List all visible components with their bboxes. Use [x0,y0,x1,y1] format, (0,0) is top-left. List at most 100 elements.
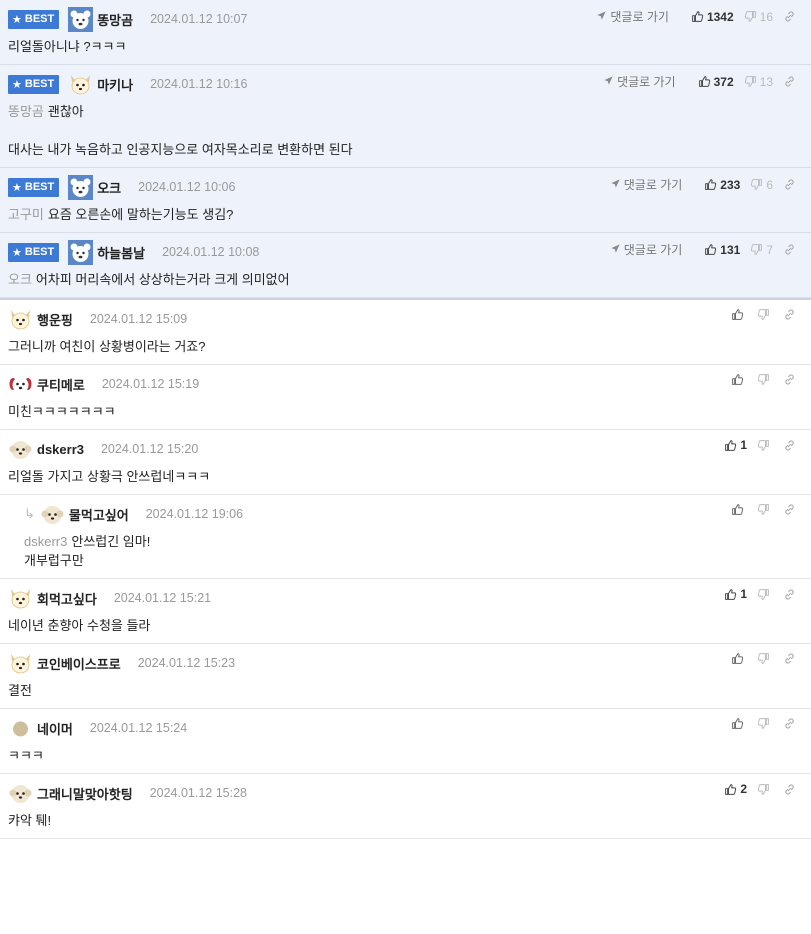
nickname[interactable]: 코인베이스프로 [37,654,121,673]
dislike-button[interactable] [757,503,773,516]
nickname[interactable]: 네이머 [37,719,73,738]
thumbs-up-icon [704,178,720,191]
comment-item: 회먹고싶다 2024.01.12 15:21 1 네이년 춘향아 수청을 들라 [0,579,811,644]
share-link-button[interactable] [783,178,799,191]
like-button[interactable] [731,717,747,730]
nickname[interactable]: 그래니말맞아핫팅 [37,784,133,803]
share-link-button[interactable] [783,588,799,601]
dislike-button[interactable] [757,588,773,601]
nickname[interactable]: 회먹고싶다 [37,589,97,608]
comment-item: 행운핑 2024.01.12 15:09 그러니까 여친이 상황병이라는 거죠? [0,300,811,365]
mention-nick[interactable]: 똥망곰 [8,104,44,119]
comment-body: 결전 [8,681,803,700]
thumbs-up-icon [731,373,747,386]
share-link-button[interactable] [783,503,799,516]
comment-line: 오크 어차피 머리속에서 상상하는거라 크게 의미없어 [8,270,803,289]
share-link-button[interactable] [783,10,799,23]
dislike-button[interactable]: 7 [750,243,773,257]
goto-comment-link[interactable]: 댓글로 가기 [603,73,676,90]
share-link-button[interactable] [783,439,799,452]
bear-avatar[interactable] [68,239,94,265]
goto-comment-link[interactable]: 댓글로 가기 [610,241,682,258]
share-link-button[interactable] [783,652,799,665]
comment-line: 캬악 퉤! [8,811,803,830]
comment-header: 그래니말맞아핫팅 2024.01.12 15:28 [8,780,803,806]
nickname[interactable]: 오크 [97,178,121,197]
share-link-button[interactable] [783,717,799,730]
dislike-button[interactable] [757,439,773,452]
share-link-button[interactable] [783,373,799,386]
dog-avatar[interactable] [8,586,33,611]
fluffy-avatar[interactable] [8,781,33,806]
nickname[interactable]: 마키나 [97,75,133,94]
thumbs-down-icon [757,373,773,386]
mention-nick[interactable]: dskerr3 [24,534,67,549]
fluffy-avatar[interactable] [40,502,65,527]
nickname[interactable]: 물먹고싶어 [69,505,129,524]
share-link-button[interactable] [783,243,799,256]
share-link-button[interactable] [783,783,799,796]
comment-item: 쿠티메로 2024.01.12 15:19 미친ㅋㅋㅋㅋㅋㅋㅋ [0,365,811,430]
thumbs-up-icon [698,75,714,88]
comment-date: 2024.01.12 15:20 [100,442,199,456]
goto-comment-link[interactable]: 댓글로 가기 [610,176,682,193]
like-button[interactable]: 131 [704,243,740,257]
share-link-button[interactable] [783,75,799,88]
like-button[interactable] [731,652,747,665]
thumbs-down-icon [744,10,760,23]
mention-nick[interactable]: 고구미 [8,207,44,222]
comment-text: 대사는 내가 녹음하고 인공지능으로 여자목소리로 변환하면 된다 [8,142,353,157]
comment-text: 미친ㅋㅋㅋㅋㅋㅋㅋ [8,404,116,419]
like-button[interactable]: 372 [698,75,734,89]
nickname[interactable]: 하늘봄날 [97,243,145,262]
like-button[interactable] [731,308,747,321]
like-button[interactable]: 1342 [691,10,734,24]
dog-avatar[interactable] [8,651,33,676]
nickname[interactable]: dskerr3 [37,442,84,457]
comment-header: 네이머 2024.01.12 15:24 [8,715,803,741]
comment-line: 개부럽구만 [24,551,803,570]
dislike-button[interactable] [757,783,773,796]
bear-avatar[interactable] [68,174,94,200]
mention-nick[interactable]: 오크 [8,272,32,287]
dislike-button[interactable]: 13 [744,75,773,89]
comment-text: 리얼돌 가지고 상황극 안쓰럽네ㅋㅋㅋ [8,469,211,484]
comment-date: 2024.01.12 15:28 [149,786,248,800]
bear-avatar[interactable] [68,6,94,32]
comment-date: 2024.01.12 15:19 [101,377,200,391]
comment-body: 네이년 춘향아 수청을 들라 [8,616,803,635]
like-button[interactable] [731,373,747,386]
like-button[interactable]: 233 [704,178,740,192]
comment-actions: 1 [714,587,799,601]
dislike-button[interactable] [757,308,773,321]
thumbs-up-icon [724,439,740,452]
link-icon [783,10,799,23]
goto-comment-link[interactable]: 댓글로 가기 [596,8,669,25]
like-button[interactable] [731,503,747,516]
dislike-button[interactable] [757,373,773,386]
comment-body: 미친ㅋㅋㅋㅋㅋㅋㅋ [8,402,803,421]
dislike-button[interactable] [757,652,773,665]
like-button[interactable]: 1 [724,587,747,601]
like-button[interactable]: 2 [724,782,747,796]
comment-body: 똥망곰 괜찮아 대사는 내가 녹음하고 인공지능으로 여자목소리로 변환하면 된다 [8,102,803,159]
puppy-avatar[interactable] [8,372,33,397]
share-link-button[interactable] [783,308,799,321]
nickname[interactable]: 쿠티메로 [37,375,85,394]
dislike-button[interactable] [757,717,773,730]
link-icon [783,503,799,516]
fluffy-avatar[interactable] [8,437,33,462]
comment-text: ㅋㅋㅋ [8,748,44,763]
dog-avatar[interactable] [8,307,33,332]
circle-avatar[interactable] [8,716,33,741]
like-button[interactable]: 1 [724,438,747,452]
comment-actions: 1 [714,438,799,452]
nickname[interactable]: 똥망곰 [97,10,133,29]
send-arrow-icon [610,243,624,257]
nickname[interactable]: 행운핑 [37,310,73,329]
like-count: 2 [740,782,747,796]
dislike-button[interactable]: 6 [750,178,773,192]
comment-item: dskerr3 2024.01.12 15:20 1 리얼돌 가지고 상황극 안쓰럽네… [0,430,811,495]
dislike-button[interactable]: 16 [744,10,773,24]
dog-avatar[interactable] [68,72,93,97]
